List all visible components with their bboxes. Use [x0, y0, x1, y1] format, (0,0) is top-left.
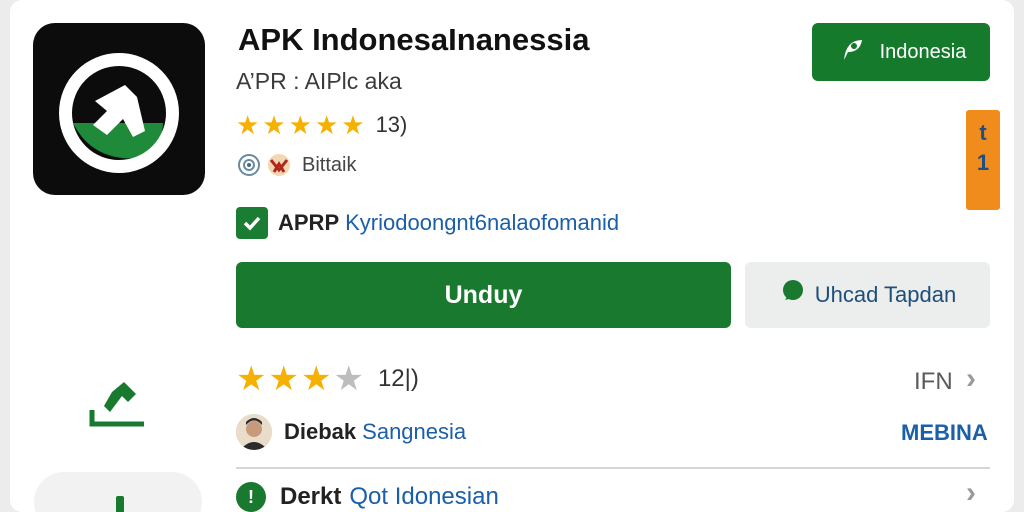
star-icon: ★ — [288, 110, 312, 140]
side-badge-bottom: 1 — [976, 150, 990, 175]
star-icon: ★ — [300, 360, 332, 398]
target-icon — [236, 152, 262, 178]
verified-row: APRP Kyriodoongnt6nalaofomanid — [236, 207, 619, 239]
star-empty-icon: ★ — [333, 360, 364, 398]
app-title: APK IndonesaInanessia — [238, 22, 590, 57]
star-icon: ★ — [236, 110, 260, 140]
app-subtitle: A’PR : AIPlc aka — [236, 68, 402, 94]
publisher-row[interactable]: Diebak Sangnesia — [236, 414, 466, 450]
avatar — [236, 414, 272, 450]
info-label: Derkt — [280, 483, 342, 510]
divider — [236, 467, 990, 469]
info-row[interactable]: ! Derkt Qot Idonesian — [236, 482, 499, 512]
review-count: 12|) — [377, 365, 419, 392]
chevron-right-icon[interactable]: › — [966, 476, 976, 510]
rating-count: 13) — [375, 112, 408, 137]
star-icon: ★ — [262, 110, 286, 140]
verified-label: APRP — [278, 210, 340, 235]
review-rating[interactable]: ★ ★ ★ ★ 12|) — [236, 362, 419, 396]
publisher-label: Diebak — [284, 419, 357, 444]
flag-icon — [836, 34, 866, 70]
download-button[interactable]: Unduy — [236, 262, 731, 328]
app-rating: ★ ★ ★ ★ ★ 13) — [236, 112, 407, 138]
star-icon: ★ — [268, 360, 299, 398]
developer-row[interactable]: Bittaik — [236, 152, 356, 178]
publisher-link[interactable]: Sangnesia — [362, 419, 466, 445]
star-icon: ★ — [341, 110, 365, 140]
secondary-button[interactable]: Uhcad Tapdan — [745, 262, 990, 328]
star-icon: ★ — [236, 360, 267, 398]
side-badge[interactable]: t 1 — [966, 110, 1000, 210]
chevron-right-icon[interactable]: › — [966, 362, 976, 396]
info-link[interactable]: Qot Idonesian — [349, 483, 498, 511]
star-icon: ★ — [314, 110, 339, 140]
publisher-right-link[interactable]: MEBINA — [901, 420, 988, 446]
info-icon: ! — [236, 482, 266, 512]
check-icon — [236, 207, 268, 239]
download-icon[interactable] — [86, 378, 148, 435]
region-label: Indonesia — [879, 40, 967, 63]
verified-link[interactable]: Kyriodoongnt6nalaofomanid — [345, 210, 619, 236]
emblem-icon — [266, 152, 292, 178]
chat-icon — [779, 278, 807, 312]
app-logo-icon[interactable] — [33, 23, 205, 195]
region-button[interactable]: Indonesia — [812, 23, 990, 81]
review-right-label: IFN — [914, 368, 953, 395]
side-pill-button[interactable] — [34, 472, 202, 512]
secondary-label: Uhcad Tapdan — [814, 282, 957, 307]
developer-name[interactable]: Bittaik — [302, 154, 356, 177]
side-badge-top: t — [979, 120, 987, 145]
